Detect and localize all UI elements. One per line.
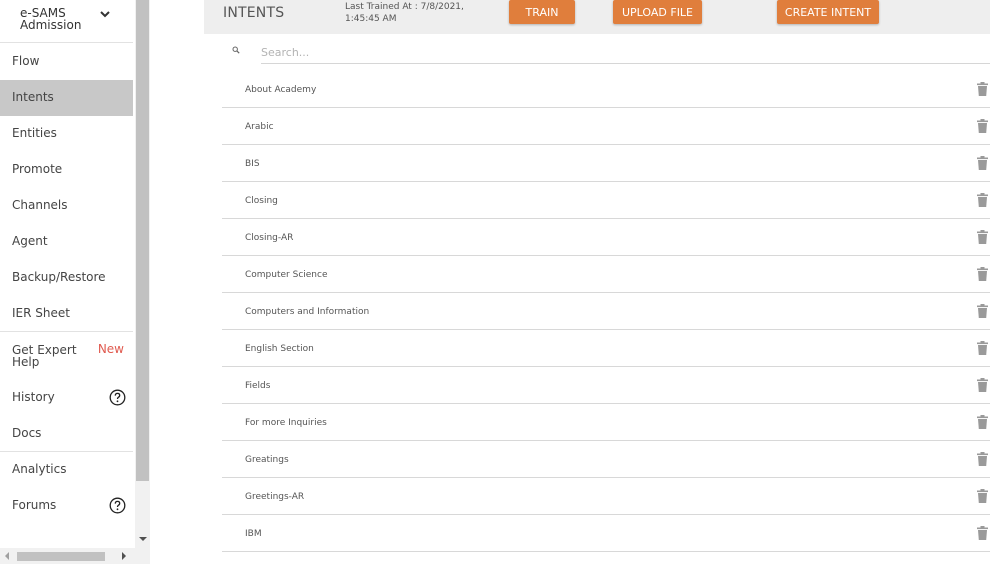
help-circle-icon[interactable]	[109, 497, 126, 514]
scrollbar-corner	[135, 548, 150, 564]
intent-row[interactable]: About Academy	[222, 71, 990, 108]
help-circle-icon[interactable]	[109, 389, 126, 406]
bot-selector[interactable]: e-SAMS Admission	[0, 0, 133, 43]
sidebar-item-backup-restore[interactable]: Backup/Restore	[0, 260, 133, 296]
intent-row[interactable]: BIS	[222, 145, 990, 182]
sidebar-horizontal-scrollbar[interactable]	[0, 548, 135, 564]
sidebar-item-flow[interactable]: Flow	[0, 44, 133, 80]
search-input[interactable]	[261, 42, 990, 64]
sidebar-item-promote[interactable]: Promote	[0, 152, 133, 188]
sidebar-item-label: IER Sheet	[12, 306, 70, 320]
intent-name: Computers and Information	[245, 307, 370, 317]
intent-name: Closing	[245, 196, 278, 206]
intent-list: About Academy Arabic BIS Closing Closing-AR C…	[222, 71, 990, 552]
scroll-left-arrow-icon[interactable]	[5, 552, 9, 560]
intent-row[interactable]: Computers and Information	[222, 293, 990, 330]
sidebar-vertical-scrollbar[interactable]	[135, 0, 150, 548]
upload-file-button[interactable]: UPLOAD FILE	[613, 0, 702, 24]
intent-name: Computer Science	[245, 270, 328, 280]
scrollbar-thumb[interactable]	[17, 552, 105, 561]
sidebar-item-label: Agent	[12, 234, 48, 248]
intent-name: Greatings	[245, 455, 289, 465]
sidebar-item-history[interactable]: History	[0, 380, 133, 416]
sidebar-item-label: Intents	[12, 90, 54, 104]
sidebar-item-forums[interactable]: Forums	[0, 488, 133, 524]
new-badge: New	[97, 342, 124, 356]
sidebar-item-analytics[interactable]: Analytics	[0, 452, 133, 488]
sidebar-item-ier-sheet[interactable]: IER Sheet	[0, 296, 133, 332]
chevron-down-icon[interactable]	[98, 7, 112, 21]
trash-icon[interactable]	[977, 415, 988, 429]
main-gutter	[150, 0, 204, 564]
train-button[interactable]: TRAIN	[509, 0, 575, 24]
scrollbar-thumb[interactable]	[136, 0, 149, 481]
sidebar-item-channels[interactable]: Channels	[0, 188, 133, 224]
trash-icon[interactable]	[977, 82, 988, 96]
sidebar-item-intents[interactable]: Intents	[0, 80, 133, 116]
sidebar-item-label: Promote	[12, 162, 63, 176]
trash-icon[interactable]	[977, 267, 988, 281]
sidebar-item-label: Entities	[12, 126, 57, 140]
trash-icon[interactable]	[977, 193, 988, 207]
intent-name: Fields	[245, 381, 271, 391]
trash-icon[interactable]	[977, 304, 988, 318]
intent-row[interactable]: Computer Science	[222, 256, 990, 293]
last-trained-text: Last Trained At : 7/8/2021, 1:45:45 AM	[345, 2, 464, 24]
sidebar-item-get-expert-help[interactable]: Get Expert Help New	[0, 332, 133, 368]
sidebar: e-SAMS Admission Flow Intents Entities P…	[0, 0, 150, 564]
intent-row[interactable]: Closing-AR	[222, 219, 990, 256]
intents-toolbar: INTENTS Last Trained At : 7/8/2021, 1:45…	[204, 0, 990, 34]
intent-row[interactable]: Fields	[222, 367, 990, 404]
intent-name: English Section	[245, 344, 314, 354]
scroll-right-arrow-icon[interactable]	[122, 552, 126, 560]
sidebar-item-entities[interactable]: Entities	[0, 116, 133, 152]
sidebar-item-docs[interactable]: Docs	[0, 416, 133, 452]
intent-name: Greetings-AR	[245, 492, 305, 502]
intent-row[interactable]: Greatings	[222, 441, 990, 478]
trash-icon[interactable]	[977, 452, 988, 466]
intent-name: BIS	[245, 159, 260, 169]
trash-icon[interactable]	[977, 156, 988, 170]
scroll-down-arrow-icon[interactable]	[139, 537, 147, 541]
trash-icon[interactable]	[977, 119, 988, 133]
trash-icon[interactable]	[977, 230, 988, 244]
intent-name: IBM	[245, 529, 262, 539]
intent-row[interactable]: For more Inquiries	[222, 404, 990, 441]
trash-icon[interactable]	[977, 489, 988, 503]
intent-name: For more Inquiries	[245, 418, 327, 428]
sidebar-item-label: Forums	[12, 498, 57, 512]
sidebar-item-label: Backup/Restore	[12, 270, 106, 284]
intent-row[interactable]: English Section	[222, 330, 990, 367]
sidebar-item-label: History	[12, 390, 55, 404]
intent-name: Closing-AR	[245, 233, 294, 243]
bot-name: e-SAMS Admission	[20, 6, 82, 32]
trash-icon[interactable]	[977, 526, 988, 540]
sidebar-item-label: Docs	[12, 426, 42, 440]
sidebar-item-label: Flow	[12, 54, 40, 68]
search-icon	[232, 46, 240, 54]
sidebar-item-label: Analytics	[12, 462, 67, 476]
intent-row[interactable]: Arabic	[222, 108, 990, 145]
sidebar-content: e-SAMS Admission Flow Intents Entities P…	[0, 0, 133, 548]
search-bar	[204, 34, 990, 68]
intent-name: Arabic	[245, 122, 274, 132]
intent-row[interactable]: Closing	[222, 182, 990, 219]
trash-icon[interactable]	[977, 378, 988, 392]
page-title: INTENTS	[223, 5, 285, 21]
create-intent-button[interactable]: CREATE INTENT	[777, 0, 879, 24]
intent-name: About Academy	[245, 85, 317, 95]
sidebar-item-label: Get Expert Help	[12, 343, 77, 369]
sidebar-item-label: Channels	[12, 198, 68, 212]
intent-row[interactable]: Greetings-AR	[222, 478, 990, 515]
trash-icon[interactable]	[977, 341, 988, 355]
sidebar-item-agent[interactable]: Agent	[0, 224, 133, 260]
intent-row[interactable]: IBM	[222, 515, 990, 552]
